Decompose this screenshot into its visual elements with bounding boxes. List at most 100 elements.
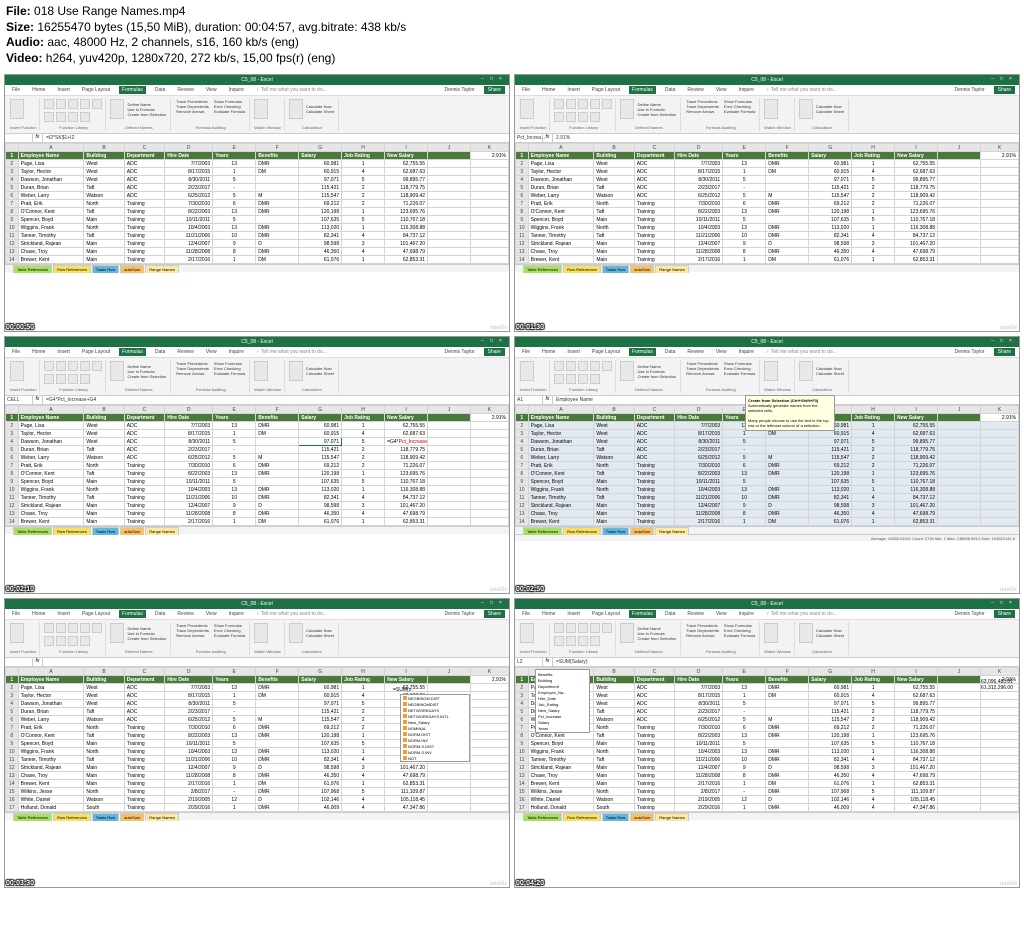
sheet-tab[interactable]: autoSum [630, 265, 654, 273]
date-icon[interactable] [554, 112, 564, 122]
sheet-tab[interactable]: autoSum [120, 265, 144, 273]
text-icon[interactable] [92, 99, 102, 109]
col-header[interactable]: I [385, 144, 428, 152]
watch-window-icon[interactable] [764, 623, 778, 643]
close-icon[interactable]: × [1009, 600, 1017, 608]
col-header[interactable] [516, 144, 529, 152]
tab-formulas[interactable]: Formulas [119, 348, 146, 356]
col-header[interactable]: K [981, 668, 1019, 676]
text-icon[interactable] [92, 623, 102, 633]
tab-formulas[interactable]: Formulas [119, 610, 146, 618]
tab-page-layout[interactable]: Page Layout [589, 610, 623, 618]
sheet-tab[interactable]: autoSum [120, 527, 144, 535]
tab-inquire[interactable]: Inquire [736, 86, 757, 94]
tab-view[interactable]: View [203, 610, 220, 618]
sheet-tab[interactable]: Totals Row [602, 527, 630, 535]
row-header[interactable]: 3 [6, 692, 19, 700]
col-header[interactable]: J [428, 144, 471, 152]
col-header[interactable]: J [938, 144, 981, 152]
row-header[interactable]: 11 [6, 494, 19, 502]
tab-file[interactable]: File [9, 348, 23, 356]
tell-me-box[interactable]: ♀ Tell me what you want to do... [763, 348, 946, 356]
insert-function-icon[interactable] [10, 623, 24, 643]
row-header[interactable]: 7 [6, 462, 19, 470]
row-header[interactable]: 14 [6, 256, 19, 264]
watch-window-icon[interactable] [764, 99, 778, 119]
row-header[interactable]: 7 [516, 462, 529, 470]
tab-inquire[interactable]: Inquire [226, 610, 247, 618]
col-header[interactable]: K [471, 144, 509, 152]
row-header[interactable]: 15 [6, 788, 19, 796]
col-header[interactable]: E [213, 144, 256, 152]
maximize-icon[interactable]: □ [1000, 338, 1008, 346]
row-header[interactable]: 10 [516, 224, 529, 232]
col-header[interactable]: C [634, 668, 674, 676]
col-header[interactable]: J [428, 668, 471, 676]
spreadsheet[interactable]: ABCDEFGHIJK1Employee NameBuildingDepartm… [515, 143, 1019, 264]
row-header[interactable]: 5 [516, 184, 529, 192]
tab-review[interactable]: Review [684, 86, 706, 94]
tab-home[interactable]: Home [539, 610, 558, 618]
create-from-selection-button[interactable]: Create from Selection [126, 374, 167, 379]
row-header[interactable]: 11 [516, 494, 529, 502]
share-button[interactable]: Share [484, 86, 505, 94]
col-header[interactable]: A [528, 144, 594, 152]
row-header[interactable]: 13 [516, 772, 529, 780]
row-header[interactable]: 8 [6, 732, 19, 740]
autosum-icon[interactable] [554, 99, 564, 109]
lookup-icon[interactable] [56, 636, 66, 646]
row-header[interactable]: 4 [516, 700, 529, 708]
col-header[interactable] [516, 406, 529, 414]
sheet-tab[interactable]: Range Names [145, 527, 179, 535]
formula-input[interactable]: =G4*Pct_Increase+G4 [43, 396, 509, 404]
tab-data[interactable]: Data [662, 348, 679, 356]
tab-home[interactable]: Home [539, 348, 558, 356]
col-header[interactable]: H [342, 144, 385, 152]
col-header[interactable]: B [84, 668, 124, 676]
fx-icon[interactable]: fx [543, 396, 553, 404]
more-icon[interactable] [590, 112, 600, 122]
tab-file[interactable]: File [519, 86, 533, 94]
row-header[interactable]: 6 [516, 716, 529, 724]
maximize-icon[interactable]: □ [1000, 76, 1008, 84]
minimize-icon[interactable]: − [481, 76, 489, 84]
spreadsheet[interactable]: ABCDEFGHIJK1Employee NameBuildingDepartm… [5, 143, 509, 264]
lookup-icon[interactable] [566, 374, 576, 384]
row-header[interactable]: 10 [6, 224, 19, 232]
text-icon[interactable] [602, 99, 612, 109]
row-header[interactable]: 10 [516, 748, 529, 756]
lookup-icon[interactable] [566, 636, 576, 646]
row-header[interactable]: 6 [6, 716, 19, 724]
minimize-icon[interactable]: − [481, 338, 489, 346]
col-header[interactable]: D [165, 406, 213, 414]
calc-options-icon[interactable] [799, 361, 813, 381]
row-header[interactable]: 10 [516, 486, 529, 494]
row-header[interactable]: 13 [6, 772, 19, 780]
row-header[interactable]: 5 [6, 708, 19, 716]
col-header[interactable]: B [84, 144, 124, 152]
sheet-tab[interactable]: Range Names [655, 813, 689, 821]
row-header[interactable]: 12 [516, 502, 529, 510]
calc-options-icon[interactable] [799, 623, 813, 643]
sheet-tab[interactable]: autoSum [630, 527, 654, 535]
tab-data[interactable]: Data [152, 86, 169, 94]
row-header[interactable]: 14 [516, 256, 529, 264]
share-button[interactable]: Share [484, 348, 505, 356]
row-header[interactable]: 1 [6, 414, 19, 422]
row-header[interactable]: 10 [6, 748, 19, 756]
tab-page-layout[interactable]: Page Layout [589, 86, 623, 94]
sheet-tab[interactable]: Table References [13, 527, 52, 535]
sheet-tab[interactable]: Table References [13, 813, 52, 821]
col-header[interactable]: E [213, 406, 256, 414]
sheet-tab[interactable]: Row References [53, 527, 91, 535]
col-header[interactable] [6, 144, 19, 152]
tell-me-box[interactable]: ♀ Tell me what you want to do... [253, 86, 436, 94]
row-header[interactable]: 3 [6, 168, 19, 176]
name-box[interactable]: CELL [5, 396, 33, 404]
math-icon[interactable] [68, 374, 78, 384]
lookup-icon[interactable] [56, 112, 66, 122]
row-header[interactable]: 7 [6, 724, 19, 732]
close-icon[interactable]: × [1009, 338, 1017, 346]
formula-input[interactable]: =I2*SK$1+I2 [43, 134, 509, 142]
row-header[interactable]: 12 [6, 764, 19, 772]
